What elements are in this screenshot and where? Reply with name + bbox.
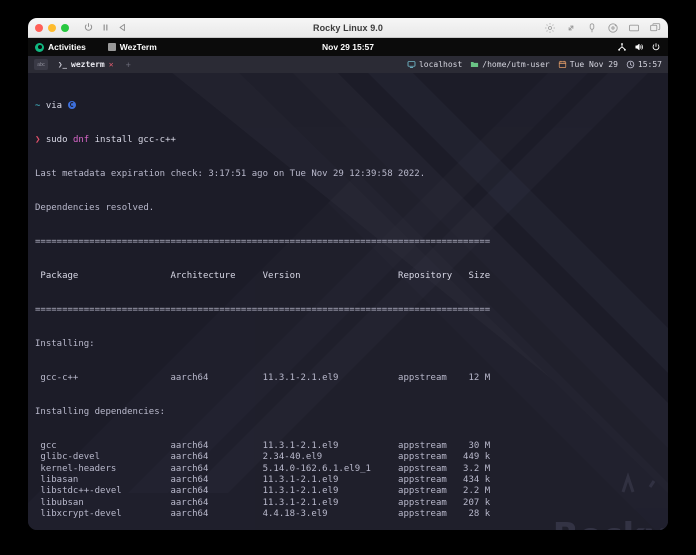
status-path: /home/utm-user xyxy=(470,60,550,69)
vm-controls-group xyxy=(78,21,129,34)
separator-top: ========================================… xyxy=(35,236,491,247)
dependencies-label: Installing dependencies: xyxy=(35,406,166,417)
traffic-lights xyxy=(35,23,69,32)
status-date: Tue Nov 29 xyxy=(558,60,618,69)
package-row: libstdc++-devel aarch64 11.3.1-2.1.el9 a… xyxy=(35,486,491,497)
package-row: libxcrypt-devel aarch64 4.4.18-3.el9 app… xyxy=(35,509,491,520)
date-label: Tue Nov 29 xyxy=(569,60,618,69)
disk-icon[interactable] xyxy=(607,22,619,34)
dependencies-resolved-line: Dependencies resolved. xyxy=(35,202,155,213)
folder-icon xyxy=(470,60,479,69)
terminal-viewport[interactable]: Rocky ~ via ❯ sudo dnf install gcc-c++ L… xyxy=(28,73,668,530)
tab-menu-button[interactable]: abc xyxy=(34,59,48,70)
gnome-system-tray[interactable] xyxy=(617,42,661,52)
prompt-symbol: ❯ xyxy=(35,134,41,145)
command-sudo: sudo xyxy=(45,134,68,145)
window-titlebar[interactable]: Rocky Linux 9.0 xyxy=(28,18,668,38)
app-menu-label: WezTerm xyxy=(119,42,157,52)
power-icon[interactable] xyxy=(82,21,95,34)
activities-button[interactable]: Activities xyxy=(35,42,86,52)
host-label: localhost xyxy=(418,60,463,69)
app-menu-wezterm[interactable]: WezTerm xyxy=(107,42,157,52)
close-button[interactable] xyxy=(35,23,43,32)
power-icon[interactable] xyxy=(651,42,661,52)
utm-vm-window: Rocky Linux 9.0 Activities WezTerm Nov 2… xyxy=(28,18,668,530)
gnome-top-bar: Activities WezTerm Nov 29 15:57 xyxy=(28,38,668,56)
command-args: install gcc-c++ xyxy=(94,134,176,145)
zoom-button[interactable] xyxy=(61,23,69,32)
status-host: localhost xyxy=(407,60,462,69)
package-row: gcc aarch64 11.3.1-2.1.el9 appstream 30 … xyxy=(35,441,491,451)
display-icon[interactable] xyxy=(628,22,640,34)
package-row: gcc-c++ aarch64 11.3.1-2.1.el9 appstream… xyxy=(35,372,491,383)
tab-prompt-icon: ❯_ xyxy=(58,60,68,69)
resize-icon[interactable] xyxy=(565,22,577,34)
tab-close-icon[interactable]: ✕ xyxy=(109,60,114,69)
separator-under-header: ========================================… xyxy=(35,304,491,315)
usb-icon[interactable] xyxy=(586,22,598,34)
package-row: libubsan aarch64 11.3.1-2.1.el9 appstrea… xyxy=(35,497,491,508)
monitor-icon xyxy=(407,60,416,69)
package-row: libasan aarch64 11.3.1-2.1.el9 appstream… xyxy=(35,475,491,486)
gnome-logo-icon xyxy=(35,42,44,52)
wezterm-tab-bar: abc ❯_ wezterm ✕ + localhost /home/utm-u… xyxy=(28,56,668,73)
tab-label: wezterm xyxy=(71,60,105,69)
table-headers: Package Architecture Version Repository … xyxy=(35,270,491,281)
prompt-via: via xyxy=(45,100,63,111)
titlebar-left-group xyxy=(35,21,129,34)
network-icon[interactable] xyxy=(617,42,627,52)
app-icon xyxy=(107,43,116,51)
package-row: glibc-devel aarch64 2.34-40.el9 appstrea… xyxy=(35,452,491,463)
path-label: /home/utm-user xyxy=(482,60,550,69)
metadata-line: Last metadata expiration check: 3:17:51 … xyxy=(35,168,426,179)
activities-label: Activities xyxy=(48,42,86,52)
terminal-tab-wezterm[interactable]: ❯_ wezterm ✕ xyxy=(53,58,119,71)
settings-icon[interactable] xyxy=(544,22,556,34)
command-dnf: dnf xyxy=(72,134,90,145)
pause-icon[interactable] xyxy=(99,21,112,34)
minimize-button[interactable] xyxy=(48,23,56,32)
tab-bar-status: localhost /home/utm-user Tue Nov 29 15:5… xyxy=(407,60,662,69)
calendar-icon xyxy=(558,60,567,69)
windows-icon[interactable] xyxy=(649,22,661,34)
prompt-dir: ~ xyxy=(35,100,41,111)
dependency-rows: gcc aarch64 11.3.1-2.1.el9 appstream 30 … xyxy=(35,441,661,520)
clock-icon xyxy=(626,60,635,69)
status-time: 15:57 xyxy=(626,60,662,69)
c-language-icon xyxy=(67,100,76,109)
package-row: kernel-headers aarch64 5.14.0-162.6.1.el… xyxy=(35,463,491,474)
prompt-line-command: ❯ sudo dnf install gcc-c++ xyxy=(35,135,661,146)
terminal-output: ~ via ❯ sudo dnf install gcc-c++ Last me… xyxy=(28,73,668,530)
installing-rows: gcc-c++ aarch64 11.3.1-2.1.el9 appstream… xyxy=(35,373,661,384)
installing-label: Installing: xyxy=(35,338,95,349)
volume-icon[interactable] xyxy=(634,42,644,52)
prompt-line-context: ~ via xyxy=(35,100,661,112)
new-tab-button[interactable]: + xyxy=(126,60,131,70)
table-header-row: Package Architecture Version Repository … xyxy=(35,271,661,282)
play-icon[interactable] xyxy=(116,21,129,34)
time-label: 15:57 xyxy=(637,60,662,69)
titlebar-right-group xyxy=(544,22,661,34)
